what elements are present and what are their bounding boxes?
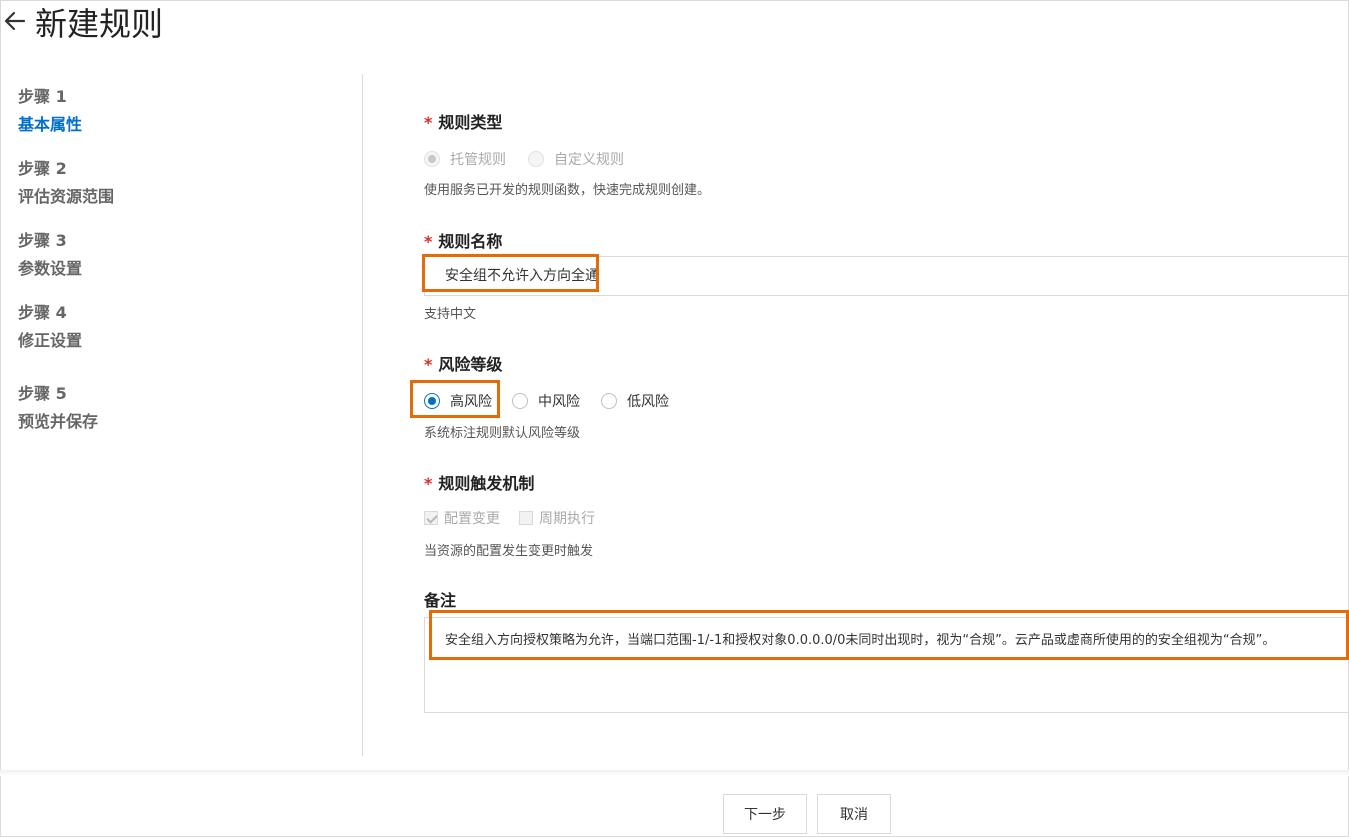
step-1[interactable]: 步骤 1 基本属性 [18,86,82,136]
remark-label: 备注 [424,591,457,610]
footer-divider [0,770,1349,776]
option-label: 周期执行 [539,511,595,527]
step-name: 评估资源范围 [18,187,115,206]
trigger-config-change-checkbox[interactable]: 配置变更 [424,508,500,528]
radio-icon [528,151,544,167]
remark-textarea[interactable]: 安全组入方向授权策略为允许，当端口范围-1/-1和授权对象0.0.0.0/0未同… [424,617,1349,713]
step-5[interactable]: 步骤 5 预览并保存 [18,383,98,433]
radio-icon [512,393,528,409]
rule-type-custom-radio[interactable]: 自定义规则 [528,149,624,169]
risk-level-label: * 风险等级 [424,351,502,375]
rule-name-label-text: 规则名称 [438,232,503,251]
step-3[interactable]: 步骤 3 参数设置 [18,230,82,280]
rule-type-managed-radio[interactable]: 托管规则 [424,149,506,169]
option-label: 配置变更 [444,511,500,527]
rule-name-hint: 支持中文 [424,307,477,322]
required-mark: * [424,355,433,374]
trigger-hint: 当资源的配置发生变更时触发 [424,544,594,559]
option-label: 高风险 [450,394,492,410]
checkbox-icon [424,511,438,525]
step-number: 步骤 5 [18,384,67,403]
step-number: 步骤 1 [18,87,67,106]
risk-level-hint: 系统标注规则默认风险等级 [424,426,581,441]
risk-level-label-text: 风险等级 [438,355,503,374]
step-number: 步骤 4 [18,303,67,322]
step-number: 步骤 2 [18,159,67,178]
trigger-label: * 规则触发机制 [424,470,534,494]
required-mark: * [424,113,433,132]
radio-icon [601,393,617,409]
risk-medium-radio[interactable]: 中风险 [512,391,580,411]
radio-icon [424,151,440,167]
next-step-button[interactable]: 下一步 [723,794,807,834]
step-name: 预览并保存 [18,412,99,431]
risk-high-radio[interactable]: 高风险 [424,391,492,411]
trigger-label-text: 规则触发机制 [438,474,535,493]
rule-name-label: * 规则名称 [424,228,502,252]
required-mark: * [424,474,433,493]
option-label: 自定义规则 [554,152,624,168]
radio-icon [424,393,440,409]
required-mark: * [424,232,433,251]
rule-type-hint: 使用服务已开发的规则函数，快速完成规则创建。 [424,183,711,198]
step-number: 步骤 3 [18,231,67,250]
step-4[interactable]: 步骤 4 修正设置 [18,302,82,352]
rule-type-label: * 规则类型 [424,109,502,133]
page-title: 新建规则 [35,5,164,43]
trigger-periodic-checkbox[interactable]: 周期执行 [519,508,595,528]
arrow-left-icon[interactable] [2,8,28,34]
step-name: 基本属性 [18,115,83,134]
step-name: 修正设置 [18,331,83,350]
checkbox-icon [519,511,533,525]
option-label: 中风险 [538,394,580,410]
option-label: 低风险 [627,394,669,410]
rule-type-label-text: 规则类型 [438,113,503,132]
step-2[interactable]: 步骤 2 评估资源范围 [18,158,114,208]
vertical-divider [362,74,363,756]
option-label: 托管规则 [450,152,506,168]
risk-low-radio[interactable]: 低风险 [601,391,669,411]
step-name: 参数设置 [18,259,83,278]
rule-name-input[interactable]: 安全组不允许入方向全通 [424,256,1349,296]
cancel-button[interactable]: 取消 [817,794,891,834]
